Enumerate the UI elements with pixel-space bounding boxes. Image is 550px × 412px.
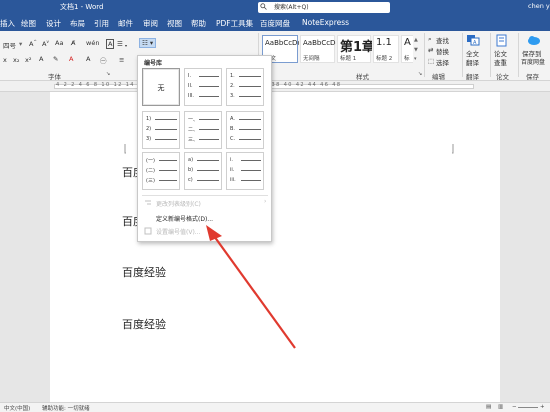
annotation-arrow [206,225,296,349]
arrow-head [206,225,222,241]
arrow-shaft [213,235,296,349]
